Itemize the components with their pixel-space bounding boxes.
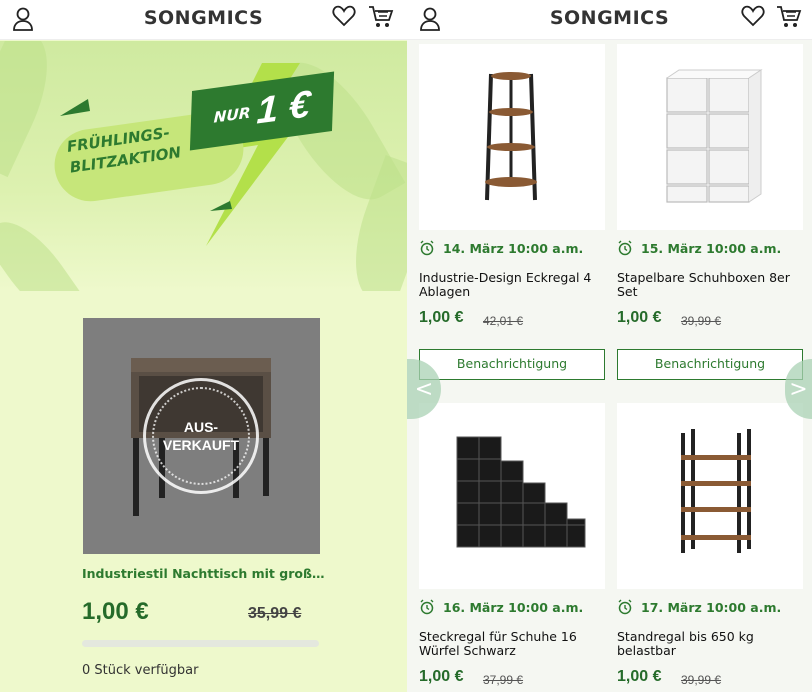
banner-nur: NUR [213,103,251,127]
release-date-text: 15. März 10:00 a.m. [641,240,782,256]
product-title[interactable]: Industriestil Nachttisch mit großem ... [82,566,327,581]
product-image[interactable] [617,44,803,230]
release-date: 16. März 10:00 a.m. [419,599,583,615]
product-image[interactable] [419,44,605,230]
release-date-text: 17. März 10:00 a.m. [641,599,782,615]
release-date: 14. März 10:00 a.m. [419,240,583,256]
product-price: 1,00 € [617,668,662,685]
product-image-nightstand[interactable]: AUS- VERKAUFT [83,318,320,554]
product-title[interactable]: Stapelbare Schuhboxen 8er Set [617,271,807,299]
header: SONGMICS [407,0,812,40]
product-price: 1,00 € [617,309,662,326]
alarm-clock-icon [618,599,632,615]
soldout-line1: AUS- [183,419,219,435]
release-date: 15. März 10:00 a.m. [617,240,781,256]
product-title[interactable]: Steckregal für Schuhe 16 Würfel Schwarz [419,630,609,658]
soldout-line2: VERKAUFT [162,437,240,453]
stock-progress-bar [82,640,319,647]
product-old-price: 37,99 € [483,673,524,687]
alarm-clock-icon [618,240,632,256]
standing-shelf-image [681,429,751,553]
notify-button[interactable]: Benachrichtigung [617,349,803,380]
product-old-price: 39,99 € [681,314,722,328]
shoe-boxes-image [666,69,763,203]
product-old-price: 35,99 € [248,605,302,622]
corner-shelf-image [485,72,537,201]
product-old-price: 42,01 € [483,314,524,328]
cart-icon[interactable] [368,4,394,34]
chevron-left-icon: < [414,376,434,402]
sold-out-stamp: AUS- VERKAUFT [143,378,259,494]
alarm-clock-icon [420,240,434,256]
heart-icon[interactable] [741,5,765,31]
alarm-clock-icon [420,599,434,615]
release-date-text: 16. März 10:00 a.m. [443,599,584,615]
release-date-text: 14. März 10:00 a.m. [443,240,584,256]
left-screen: SONGMICS FRÜHLINGS- BLITZAKTION NUR 1 € [0,0,407,692]
banner-amount: 1 € [255,83,312,133]
right-screen: SONGMICS 14. März 10:00 a.m. Industrie-D… [407,0,812,692]
heart-icon[interactable] [332,5,356,31]
cart-icon[interactable] [776,4,802,34]
cube-shoe-rack-image [456,436,586,548]
product-title[interactable]: Industrie-Design Eckregal 4 Ablagen [419,271,609,299]
product-image[interactable] [617,403,803,589]
product-image[interactable] [419,403,605,589]
product-price: 1,00 € [419,668,464,685]
notify-button[interactable]: Benachrichtigung [419,349,605,380]
product-old-price: 39,99 € [681,673,722,687]
header: SONGMICS [0,0,407,40]
product-title[interactable]: Standregal bis 650 kg belastbar [617,630,807,658]
stock-text: 0 Stück verfügbar [82,663,199,678]
release-date: 17. März 10:00 a.m. [617,599,781,615]
chevron-right-icon: > [789,376,808,402]
product-price: 1,00 € [419,309,464,326]
flash-sale-banner: FRÜHLINGS- BLITZAKTION NUR 1 € [0,41,407,291]
product-price: 1,00 € [82,598,149,625]
